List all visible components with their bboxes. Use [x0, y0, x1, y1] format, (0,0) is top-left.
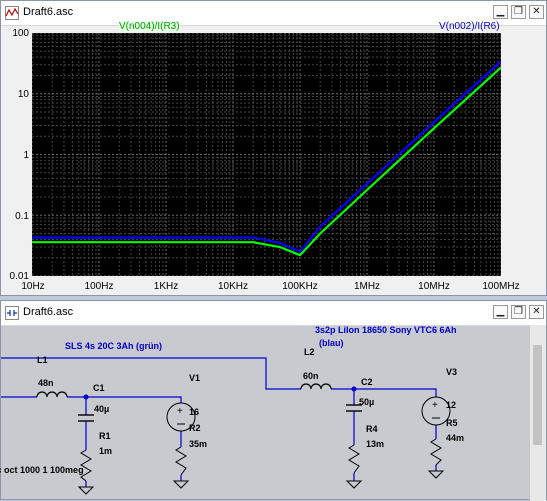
R1-value[interactable]: 1m — [99, 446, 112, 456]
x-tick-label: 1KHz — [153, 281, 179, 292]
R4-value[interactable]: 13m — [366, 439, 384, 449]
C2-value[interactable]: 50µ — [359, 397, 374, 407]
R1-label[interactable]: R1 — [99, 431, 111, 441]
L1-value[interactable]: 48n — [38, 378, 54, 388]
R5-value[interactable]: 44m — [446, 433, 464, 443]
V1-label[interactable]: V1 — [189, 373, 200, 383]
L1-label[interactable]: L1 — [37, 355, 48, 365]
C2-label[interactable]: C2 — [361, 377, 373, 387]
y-tick-label: 0.1 — [15, 211, 29, 222]
R2-label[interactable]: R2 — [189, 423, 201, 433]
spice-directive[interactable]: .ac oct 1000 1 100meg — [0, 465, 84, 475]
plot-window-title: Draft6.asc — [23, 6, 74, 18]
title-right-1: 3s2p LiIon 18650 Sony VTC6 6Ah — [315, 325, 457, 335]
C1-label[interactable]: C1 — [93, 383, 105, 393]
close-button[interactable]: ✕ — [529, 305, 544, 319]
trace2-label[interactable]: V(n002)/I(R6) — [439, 21, 500, 32]
trace1-label[interactable]: V(n004)/I(R3) — [119, 21, 180, 32]
svg-text:+: + — [432, 400, 438, 411]
schematic-window: Draft6.asc ▁ ❐ ✕ + + SLS 4s 20C 3Ah (grü… — [0, 300, 547, 501]
title-left: SLS 4s 20C 3Ah (grün) — [65, 341, 163, 351]
x-tick-label: 1MHz — [353, 281, 381, 292]
R4-label[interactable]: R4 — [366, 424, 378, 434]
schematic-scrollbar[interactable] — [529, 325, 546, 501]
capacitor-C1 — [78, 414, 94, 422]
schematic-icon — [5, 306, 19, 320]
x-tick-label: 100Hz — [84, 281, 114, 292]
R2-value[interactable]: 35m — [189, 439, 207, 449]
x-tick-label: 100KHz — [282, 281, 318, 292]
y-tick-label: 100 — [12, 28, 29, 39]
inductor-L1 — [36, 391, 68, 398]
ground-symbols — [77, 470, 445, 495]
plot-window: Draft6.asc ▁ ❐ ✕ V(n004)/I(R3) V(n002)/I… — [0, 0, 547, 296]
x-tick-label: 10Hz — [21, 281, 45, 292]
V3-label[interactable]: V3 — [446, 367, 457, 377]
y-tick-label: 1 — [23, 150, 29, 161]
waveform-icon — [5, 6, 19, 20]
minimize-button[interactable]: ▁ — [493, 5, 508, 19]
resistor-R4 — [348, 444, 360, 474]
C1-value[interactable]: 40µ — [94, 404, 109, 414]
x-tick-label: 100MHz — [482, 281, 520, 292]
x-tick-label: 10MHz — [418, 281, 450, 292]
plot-area[interactable] — [31, 32, 502, 277]
restore-button[interactable]: ❐ — [511, 305, 526, 319]
title-right-2: (blau) — [319, 338, 344, 348]
scrollbar-thumb[interactable] — [533, 345, 542, 445]
resistor-R5 — [430, 438, 442, 466]
y-tick-label: 10 — [17, 89, 29, 100]
L2-label[interactable]: L2 — [304, 347, 315, 357]
schematic-titlebar: Draft6.asc ▁ ❐ ✕ — [1, 301, 546, 326]
close-button[interactable]: ✕ — [529, 5, 544, 19]
plot-canvas — [31, 32, 502, 277]
x-tick-label: 10KHz — [217, 281, 249, 292]
V3-value[interactable]: 12 — [446, 400, 456, 410]
schematic-window-title: Draft6.asc — [23, 306, 74, 318]
V1-value[interactable]: 16 — [189, 407, 199, 417]
minimize-button[interactable]: ▁ — [493, 305, 508, 319]
restore-button[interactable]: ❐ — [511, 5, 526, 19]
svg-text:+: + — [177, 406, 183, 417]
inductor-L2 — [300, 383, 332, 390]
R5-label[interactable]: R5 — [446, 418, 458, 428]
resistor-R2 — [175, 446, 187, 476]
L2-value[interactable]: 60n — [303, 371, 319, 381]
